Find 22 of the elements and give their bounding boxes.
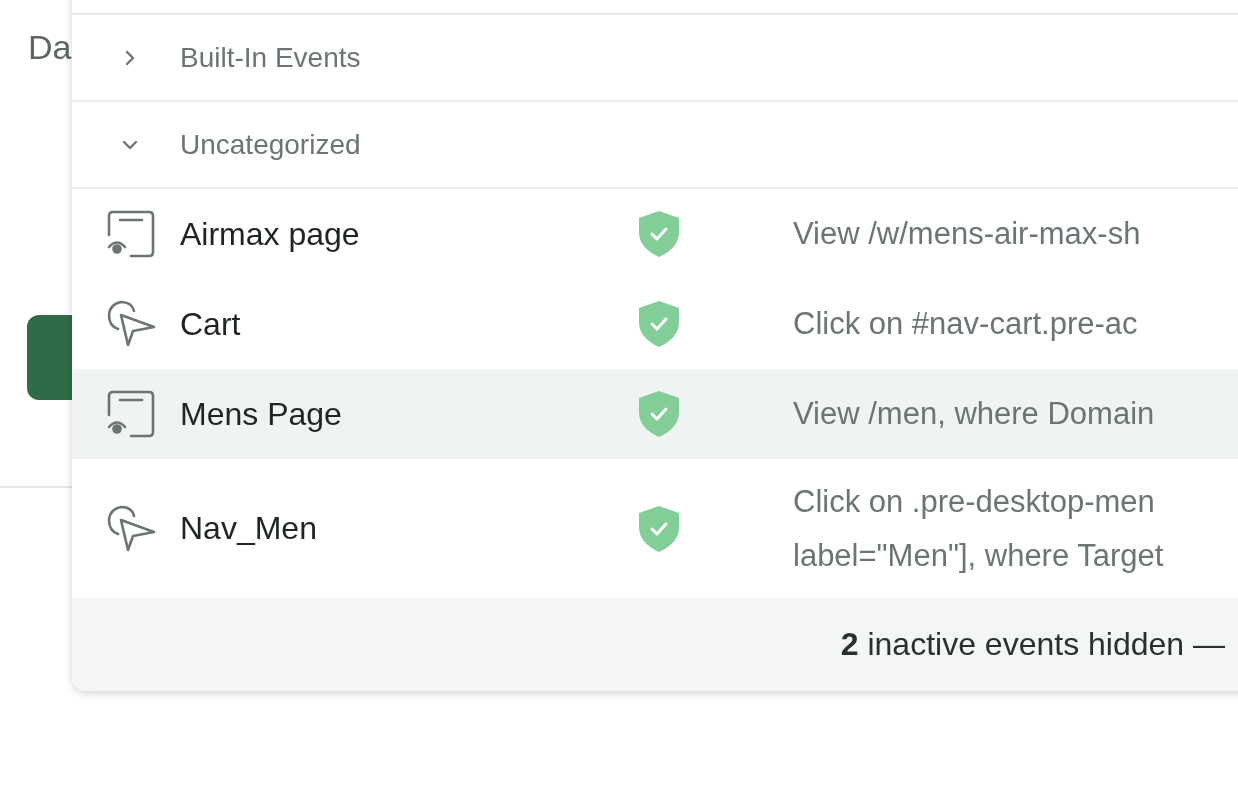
category-header[interactable]: Built-In Events — [72, 15, 1238, 102]
page-heading: Da — [28, 28, 72, 67]
event-description: View /w/mens-air-max-sh — [793, 215, 1141, 253]
event-name: Nav_Men — [180, 510, 318, 547]
page-view-icon — [106, 389, 156, 439]
event-name: Airmax page — [180, 215, 361, 253]
page-view-icon — [106, 209, 156, 259]
category-header[interactable]: Uncategorized — [72, 102, 1238, 189]
event-description: Click on #nav-cart.pre-ac — [793, 305, 1138, 343]
event-name: Cart — [180, 305, 242, 343]
event-description: View /men, where Domain — [793, 395, 1155, 433]
event-description: Click on .pre-desktop-men label="Men"], where Target — [793, 482, 1164, 575]
cursor-click-icon — [106, 503, 156, 554]
cursor-click-icon — [106, 299, 156, 349]
event-row[interactable]: Nav_Men Click on .pre-desktop-men label="Men"], where Target — [72, 459, 1238, 598]
hidden-events-note: 2 inactive events hidden — — [840, 626, 1225, 663]
event-row[interactable]: Airmax page View /w/mens-air-max-sh — [72, 189, 1238, 279]
event-row[interactable]: Mens Page View /men, where Domain — [72, 369, 1238, 459]
event-row[interactable]: Cart Click on #nav-cart.pre-ac — [72, 279, 1238, 369]
chevron-right-icon — [125, 49, 135, 66]
chevron-down-icon — [122, 139, 138, 150]
event-name: Mens Page — [180, 395, 343, 433]
